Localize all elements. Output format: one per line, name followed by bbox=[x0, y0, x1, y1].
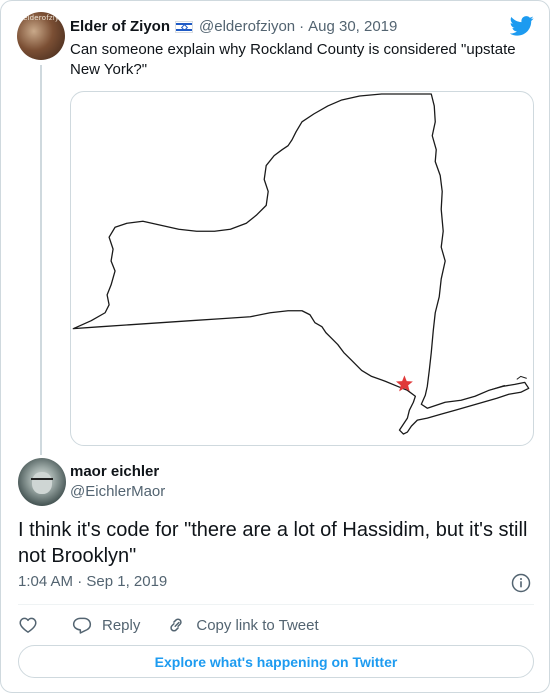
reply-author-name[interactable]: maor eichler bbox=[70, 462, 159, 482]
tweet-map-image[interactable] bbox=[70, 91, 534, 446]
new-york-outline bbox=[72, 93, 530, 435]
actions-divider bbox=[18, 604, 534, 605]
twitter-bird-icon[interactable] bbox=[510, 16, 534, 36]
tweet-embed-card: elderofziyon Elder of Ziyon @elderofziyo… bbox=[0, 0, 550, 693]
new-york-state-map bbox=[72, 93, 530, 435]
link-icon bbox=[170, 618, 183, 632]
reply-label: Reply bbox=[102, 616, 141, 634]
reply-timestamp[interactable]: 1:04 AM · Sep 1, 2019 bbox=[18, 572, 167, 592]
copy-link-label: Copy link to Tweet bbox=[196, 616, 319, 634]
parent-tweet-text: Can someone explain why Rockland County … bbox=[70, 41, 516, 78]
parent-author-name[interactable]: Elder of Ziyon bbox=[70, 17, 170, 37]
header-separator: · bbox=[299, 18, 305, 35]
parent-tweet-header: Elder of Ziyon @elderofziyon · Aug 30, 2… bbox=[70, 17, 397, 37]
parent-tweet-date[interactable]: Aug 30, 2019 bbox=[308, 17, 397, 37]
avatar-elder-of-ziyon[interactable]: elderofziyon bbox=[17, 12, 65, 60]
tweet-actions-bar: Reply Copy link to Tweet bbox=[18, 613, 319, 637]
reply-author-handle[interactable]: @EichlerMaor bbox=[70, 482, 165, 502]
copy-link-button[interactable]: Copy link to Tweet bbox=[166, 615, 319, 635]
info-icon[interactable] bbox=[511, 573, 531, 593]
israel-flag-icon bbox=[175, 21, 194, 33]
reply-tweet-text: I think it's code for "there are a lot o… bbox=[18, 519, 528, 567]
reply-button[interactable]: Reply bbox=[72, 615, 140, 635]
parent-author-handle[interactable]: @elderofziyon bbox=[199, 17, 295, 37]
avatar-maor-eichler[interactable] bbox=[18, 458, 66, 506]
avatar-watermark-text: elderofziyon bbox=[23, 14, 65, 22]
reply-bubble-icon bbox=[72, 617, 92, 634]
like-button[interactable] bbox=[18, 615, 38, 635]
explore-twitter-button[interactable]: Explore what's happening on Twitter bbox=[18, 645, 534, 678]
heart-icon bbox=[19, 617, 37, 633]
thread-connector-line bbox=[40, 65, 42, 455]
